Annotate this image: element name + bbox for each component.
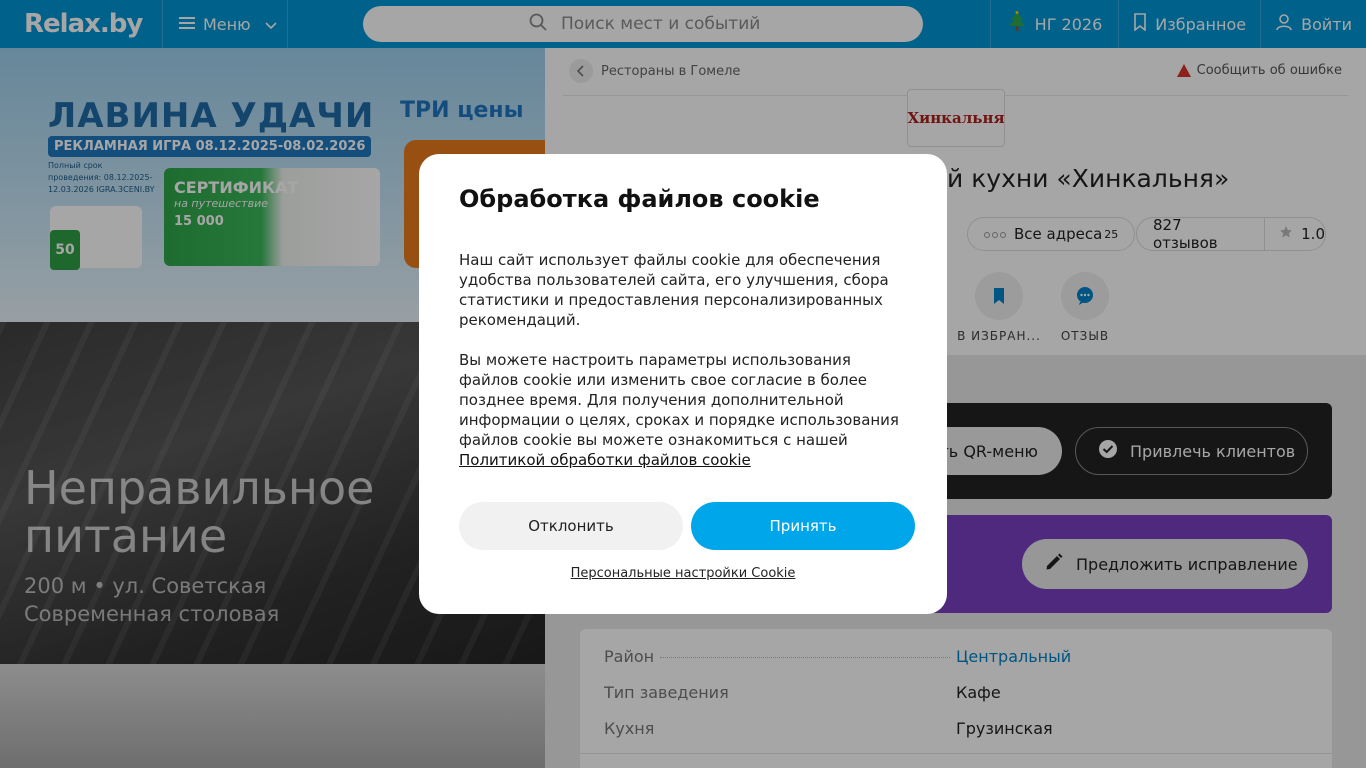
cookie-settings-link[interactable]: Персональные настройки Cookie bbox=[419, 566, 947, 581]
decline-button[interactable]: Отклонить bbox=[459, 502, 683, 550]
cookie-paragraph-1: Наш сайт использует файлы cookie для обе… bbox=[459, 251, 889, 329]
cookie-modal-title: Обработка файлов cookie bbox=[459, 185, 820, 213]
cookie-modal: Обработка файлов cookie Наш сайт использ… bbox=[419, 154, 947, 614]
cookie-policy-link[interactable]: Политикой обработки файлов cookie bbox=[459, 450, 909, 470]
accept-button[interactable]: Принять bbox=[691, 502, 915, 550]
cookie-paragraph-2-text: Вы можете настроить параметры использова… bbox=[459, 351, 899, 449]
cookie-paragraph-2: Вы можете настроить параметры использова… bbox=[459, 350, 909, 470]
